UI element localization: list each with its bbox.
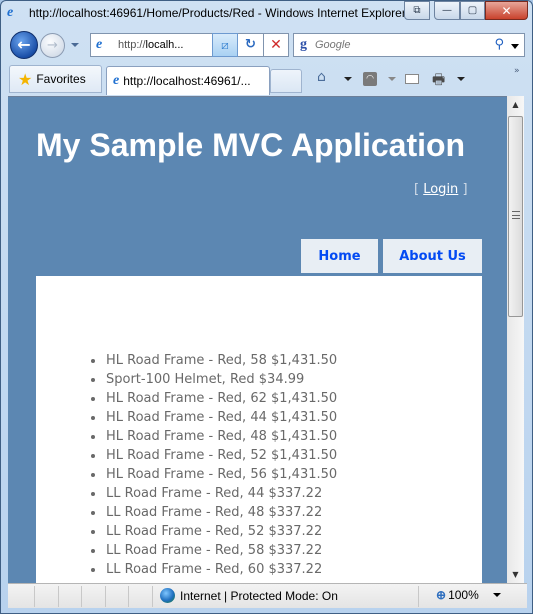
forward-button[interactable]: → [40, 33, 65, 58]
compatibility-view-button[interactable]: ⧄ [212, 33, 238, 57]
menu-item-about-us[interactable]: About Us [383, 239, 482, 273]
login-display: [ Login ] [414, 182, 468, 197]
zoom-control[interactable]: ⊕ 100% [436, 588, 501, 602]
login-open-bracket: [ [414, 182, 420, 197]
home-icon[interactable]: ⌂ [317, 69, 326, 85]
zoom-level: 100% [448, 588, 479, 602]
globe-icon [160, 588, 175, 603]
status-divider [418, 586, 419, 607]
status-divider [152, 586, 153, 607]
status-divider [128, 586, 129, 607]
ie-tab-icon: e [113, 73, 120, 88]
page-viewport: My Sample MVC Application [ Login ] Home… [8, 96, 507, 583]
url-scheme: http:// [118, 39, 146, 51]
print-dropdown-icon[interactable] [457, 77, 465, 81]
window-title: http://localhost:46961/Home/Products/Red… [29, 6, 406, 20]
tab-bar: ★ Favorites e http://localhost:46961/...… [1, 65, 533, 95]
feeds-dropdown-icon[interactable] [388, 77, 396, 81]
stop-button[interactable]: ✕ [264, 33, 289, 57]
scroll-down-arrow-icon[interactable]: ▼ [507, 566, 524, 583]
recent-pages-dropdown[interactable] [71, 43, 79, 47]
grip-icon [512, 211, 520, 219]
back-button[interactable]: ← [10, 31, 38, 59]
status-divider [81, 586, 82, 607]
minimize-button[interactable]: — [434, 1, 460, 20]
refresh-button[interactable]: ↻ [238, 33, 264, 57]
status-bar: Internet | Protected Mode: On ⊕ 100% [8, 583, 527, 608]
google-icon: g [300, 37, 307, 52]
tab-active[interactable]: e http://localhost:46961/... [106, 66, 270, 95]
status-divider [105, 586, 106, 607]
list-item: LL Road Frame - Red, 48 $337.22 [36, 503, 337, 522]
list-item: HL Road Frame - Red, 58 $1,431.50 [36, 351, 337, 370]
product-list: HL Road Frame - Red, 58 $1,431.50 Sport-… [36, 351, 337, 579]
maximize-button[interactable]: ▢ [460, 1, 485, 20]
tab-label: http://localhost:46961/... [123, 74, 251, 88]
search-icon[interactable]: ⚲ [494, 37, 504, 52]
login-close-bracket: ] [462, 182, 468, 197]
status-divider [58, 586, 59, 607]
list-item: HL Road Frame - Red, 52 $1,431.50 [36, 446, 337, 465]
page-icon: e [96, 37, 103, 52]
login-link[interactable]: Login [423, 182, 458, 197]
list-item: LL Road Frame - Red, 58 $337.22 [36, 541, 337, 560]
zone-label: Internet | Protected Mode: On [180, 588, 338, 603]
status-divider [34, 586, 35, 607]
list-item: HL Road Frame - Red, 48 $1,431.50 [36, 427, 337, 446]
list-item: LL Road Frame - Red, 44 $337.22 [36, 484, 337, 503]
zoom-dropdown-icon[interactable] [492, 593, 501, 597]
zoom-icon: ⊕ [436, 588, 447, 602]
new-tab-button[interactable] [270, 69, 302, 93]
more-commands-chevron-icon[interactable]: » [514, 66, 520, 76]
search-box[interactable]: g ⚲ [293, 33, 525, 57]
menu-item-home[interactable]: Home [301, 239, 378, 273]
scroll-up-arrow-icon[interactable]: ▲ [507, 96, 524, 113]
list-item: LL Road Frame - Red, 60 $337.22 [36, 560, 337, 579]
security-zone[interactable]: Internet | Protected Mode: On [160, 588, 338, 603]
title-bar: e http://localhost:46961/Home/Products/R… [1, 1, 533, 25]
list-item: LL Road Frame - Red, 52 $337.22 [36, 522, 337, 541]
ie-logo-icon: e [7, 5, 14, 20]
list-item: HL Road Frame - Red, 56 $1,431.50 [36, 465, 337, 484]
restore-page-button[interactable]: ⧉ [404, 1, 430, 20]
list-item: HL Road Frame - Red, 62 $1,431.50 [36, 389, 337, 408]
print-icon[interactable]: 🖶 [432, 69, 445, 93]
mail-icon[interactable] [405, 74, 419, 84]
url-host: localh... [145, 39, 184, 51]
favorites-button[interactable]: ★ Favorites [9, 65, 102, 93]
navigation-bar: ← → e http://localh... ⧄ ↻ ✕ g ⚲ [1, 29, 533, 63]
favorites-label: Favorites [36, 72, 86, 86]
window-controls: ⧉ — ▢ ✕ [404, 1, 528, 21]
browser-window: e http://localhost:46961/Home/Products/R… [0, 0, 533, 614]
vertical-scrollbar[interactable]: ▲ ▼ [507, 96, 524, 583]
close-button[interactable]: ✕ [485, 1, 528, 20]
page-title: My Sample MVC Application [36, 127, 466, 163]
search-options-dropdown-icon[interactable] [511, 44, 519, 49]
feeds-icon[interactable]: ◠ [363, 72, 377, 86]
address-url[interactable]: http://localh... [118, 39, 206, 51]
scrollbar-thumb[interactable] [508, 116, 523, 317]
main-content: HL Road Frame - Red, 58 $1,431.50 Sport-… [36, 276, 482, 583]
star-icon: ★ [18, 69, 33, 89]
list-item: HL Road Frame - Red, 44 $1,431.50 [36, 408, 337, 427]
search-input[interactable] [315, 39, 465, 51]
home-dropdown-icon[interactable] [344, 77, 352, 81]
list-item: Sport-100 Helmet, Red $34.99 [36, 370, 337, 389]
